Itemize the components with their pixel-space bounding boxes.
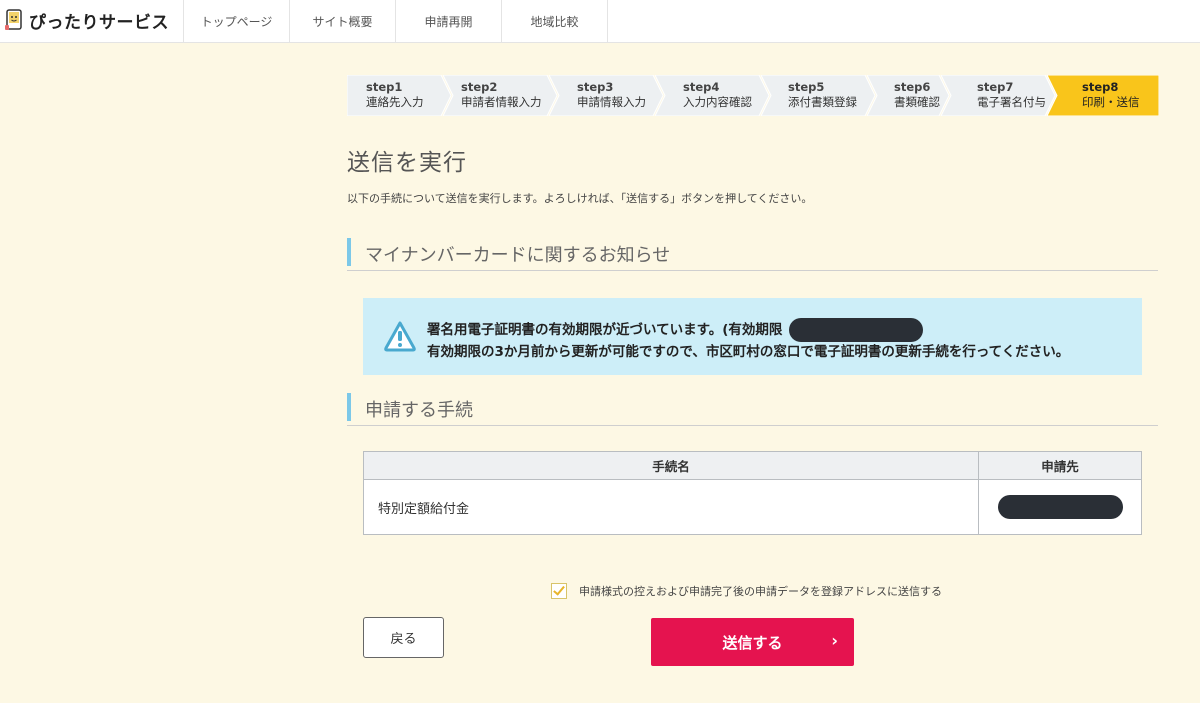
email-copy-label[interactable]: 申請様式の控えおよび申請完了後の申請データを登録アドレスに送信する xyxy=(579,583,942,599)
section-accent-bar xyxy=(347,393,351,421)
submit-button[interactable]: 送信する › xyxy=(651,618,854,666)
site-header: ぴったりサービス トップページ サイト概要 申請再開 地域比較 xyxy=(0,0,1200,43)
notice-line-2: 有効期限の3か月前から更新が可能ですので、市区町村の窓口で電子証明書の更新手続を… xyxy=(427,344,1070,360)
page-title: 送信を実行 xyxy=(347,150,467,176)
section-heading-mynumber: マイナンバーカードに関するお知らせ xyxy=(347,238,1158,271)
redacted-expiry-date xyxy=(789,318,924,342)
procedure-table: 手続名 申請先 特別定額給付金 xyxy=(363,451,1142,535)
step-number: step2 xyxy=(461,80,498,94)
destination-cell xyxy=(978,479,1142,535)
section-heading-text: 申請する手続 xyxy=(365,400,473,421)
step-number: step8 xyxy=(1082,80,1119,94)
table-row: 特別定額給付金 xyxy=(363,479,1142,535)
email-copy-option[interactable]: 申請様式の控えおよび申請完了後の申請データを登録アドレスに送信する xyxy=(551,583,942,599)
section-heading-procedure: 申請する手続 xyxy=(347,393,1158,426)
step-number: step6 xyxy=(894,80,931,94)
step-number: step7 xyxy=(977,80,1014,94)
step-label: 入力内容確認 xyxy=(683,95,752,109)
back-button[interactable]: 戻る xyxy=(363,617,444,658)
global-nav: トップページ サイト概要 申請再開 地域比較 xyxy=(183,0,608,42)
nav-site-overview[interactable]: サイト概要 xyxy=(289,0,395,42)
step-label: 印刷・送信 xyxy=(1082,95,1140,109)
notice-box: 署名用電子証明書の有効期限が近づいています。(有効期限 有効期限の3か月前から更… xyxy=(363,298,1142,375)
email-copy-checkbox[interactable] xyxy=(551,583,567,599)
step-label: 書類確認 xyxy=(894,95,940,109)
section-heading-text: マイナンバーカードに関するお知らせ xyxy=(365,245,671,266)
warning-triangle-icon xyxy=(384,321,416,352)
logo-icon xyxy=(5,9,22,30)
step-number: step3 xyxy=(577,80,614,94)
nav-resume-application[interactable]: 申請再開 xyxy=(395,0,501,42)
logo-text: ぴったりサービス xyxy=(29,12,169,33)
nav-region-compare[interactable]: 地域比較 xyxy=(501,0,608,42)
check-icon xyxy=(553,583,565,596)
step-label: 申請情報入力 xyxy=(577,95,646,109)
chevron-right-icon: › xyxy=(831,631,838,650)
step-label: 連絡先入力 xyxy=(366,95,424,109)
notice-line-1-text: 署名用電子証明書の有効期限が近づいています。(有効期限 xyxy=(427,322,783,338)
redacted-destination xyxy=(997,495,1123,519)
table-header-row: 手続名 申請先 xyxy=(363,451,1142,480)
step-label: 申請者情報入力 xyxy=(461,95,542,109)
column-header-destination: 申請先 xyxy=(978,451,1142,480)
site-logo[interactable]: ぴったりサービス xyxy=(4,6,169,34)
nav-top-page[interactable]: トップページ xyxy=(183,0,289,42)
step-progress: step1 連絡先入力 step2 申請者情報入力 step3 申請情報入力 step… xyxy=(347,75,1159,116)
notice-line-1: 署名用電子証明書の有効期限が近づいています。(有効期限 xyxy=(427,318,924,342)
step-label: 電子署名付与 xyxy=(977,95,1046,109)
step-number: step5 xyxy=(788,80,825,94)
lead-text: 以下の手続について送信を実行します。よろしければ、「送信する」ボタンを押してくだ… xyxy=(347,192,813,205)
step-label: 添付書類登録 xyxy=(788,95,857,109)
procedure-name-cell: 特別定額給付金 xyxy=(363,479,979,535)
section-accent-bar xyxy=(347,238,351,266)
submit-button-label: 送信する xyxy=(722,634,783,652)
step-number: step4 xyxy=(683,80,720,94)
step-number: step1 xyxy=(366,80,403,94)
column-header-procedure-name: 手続名 xyxy=(363,451,979,480)
